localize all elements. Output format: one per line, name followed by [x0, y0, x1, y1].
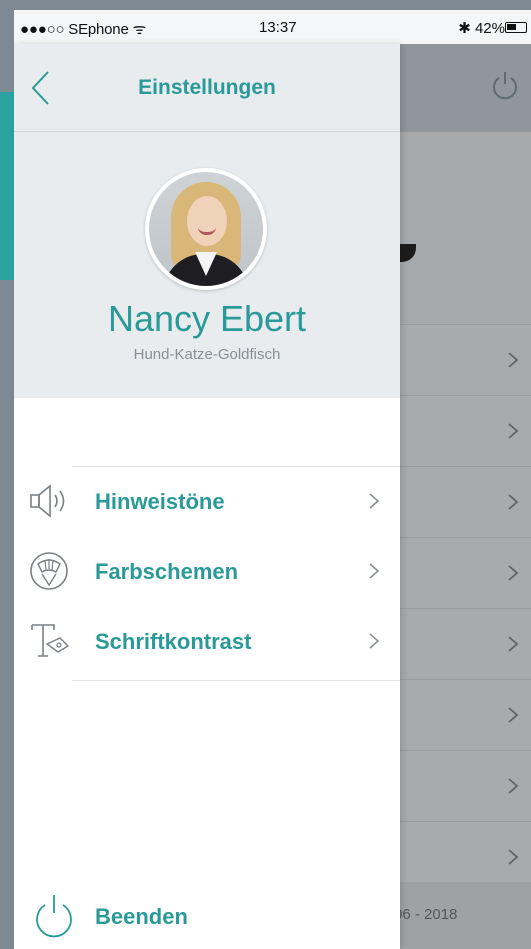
battery-icon: [505, 22, 527, 33]
power-icon[interactable]: [491, 70, 519, 100]
menu-item-schriftkontrast[interactable]: Schriftkontrast: [14, 606, 400, 676]
profile-name: Nancy Ebert: [107, 298, 307, 339]
power-icon: [36, 895, 72, 938]
background-footer: 06 - 2018: [400, 882, 531, 949]
chevron-right-icon: [508, 707, 519, 723]
chevron-right-icon: [369, 633, 380, 649]
menu-label: Schriftkontrast: [95, 629, 252, 654]
profile-subtitle: Hund-Katze-Goldfisch: [133, 346, 281, 363]
background-hero: [400, 132, 531, 324]
device-bezel-top: [0, 0, 531, 10]
menu-label: Hinweistöne: [95, 489, 225, 514]
background-header: [400, 44, 531, 132]
status-time: 13:37: [259, 19, 297, 36]
chevron-right-icon: [508, 565, 519, 581]
settings-drawer: Einstellungen Nancy Ebert Hund-Katze-Gol…: [14, 44, 400, 949]
chevron-right-icon: [369, 563, 380, 579]
chevron-right-icon: [369, 493, 380, 509]
logout-label: Beenden: [95, 904, 188, 929]
background-page[interactable]: 06 - 2018: [400, 44, 531, 949]
speaker-icon: [30, 484, 65, 518]
logout-button[interactable]: Beenden: [14, 882, 400, 949]
avatar[interactable]: [145, 168, 267, 290]
font-contrast-icon: [31, 624, 70, 657]
chevron-right-icon: [508, 494, 519, 510]
menu-item-farbschemen[interactable]: Farbschemen: [14, 536, 400, 606]
bluetooth-icon: ✱: [458, 20, 471, 37]
carrier-label: ●●●○○ SEphone ᯤ: [20, 21, 147, 38]
menu-label: Farbschemen: [95, 559, 239, 584]
chevron-right-icon: [508, 778, 519, 794]
drawer-title: Einstellungen: [138, 76, 276, 99]
chevron-right-icon: [508, 636, 519, 652]
battery-percent: 42%: [474, 20, 505, 37]
profile-section: Nancy Ebert Hund-Katze-Goldfisch: [14, 132, 400, 398]
background-row[interactable]: [400, 324, 531, 395]
chevron-right-icon: [508, 849, 519, 865]
background-row[interactable]: [400, 750, 531, 821]
status-right: ✱ 42%: [458, 19, 505, 37]
chevron-right-icon: [508, 352, 519, 368]
background-row[interactable]: [400, 608, 531, 679]
accent-strip: [0, 92, 14, 280]
background-row[interactable]: [400, 537, 531, 608]
copyright-text: 06 - 2018: [400, 906, 458, 923]
status-bar: ●●●○○ SEphone ᯤ 13:37 ✱ 42%: [14, 10, 531, 44]
menu-item-hinweistoene[interactable]: Hinweistöne: [14, 466, 400, 536]
palette-icon: [30, 552, 68, 590]
background-row[interactable]: [400, 466, 531, 537]
menu-divider: [72, 680, 400, 681]
background-row[interactable]: [400, 395, 531, 466]
background-row[interactable]: [400, 821, 531, 882]
wifi-icon: ᯤ: [132, 21, 147, 38]
chevron-right-icon: [508, 423, 519, 439]
drawer-header: Einstellungen: [14, 44, 400, 132]
background-row[interactable]: [400, 679, 531, 750]
